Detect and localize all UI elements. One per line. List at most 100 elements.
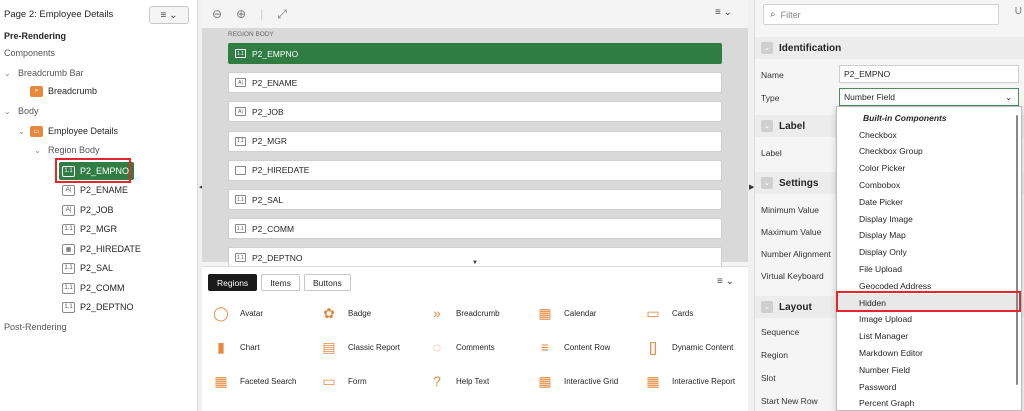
component-classic-report-icon: ▤ <box>316 336 342 358</box>
tree-breadcrumb-bar[interactable]: ⌄ Breadcrumb Bar <box>4 64 84 82</box>
filter-placeholder: Filter <box>781 10 801 20</box>
dropdown-option-checkbox[interactable]: Checkbox <box>837 126 1017 143</box>
highlight-frame <box>55 158 131 183</box>
tree-breadcrumb-bar-label: Breadcrumb Bar <box>18 68 84 78</box>
dropdown-option-markdown-editor[interactable]: Markdown Editor <box>837 344 1017 361</box>
expand-icon[interactable]: ⤢ <box>277 7 287 22</box>
component-content-row[interactable]: ≡Content Row <box>532 333 642 361</box>
tree-body[interactable]: ⌄ Body <box>4 102 39 120</box>
dropdown-scrollbar[interactable] <box>1016 115 1018 385</box>
dropdown-option-percent-graph[interactable]: Percent Graph <box>837 395 1017 411</box>
component-label: Form <box>348 377 367 386</box>
tree-pre-rendering[interactable]: Pre-Rendering <box>4 27 66 45</box>
canvas-toolbar: ⊖ ⊕ | ⤢ <box>202 0 748 28</box>
chevron-down-icon[interactable]: ⌄ <box>18 127 30 136</box>
chevron-icon: ⌄ <box>761 42 773 54</box>
tree-item-label: P2_SAL <box>80 263 113 273</box>
dropdown-option-display-image[interactable]: Display Image <box>837 210 1017 227</box>
dropdown-option-file-upload[interactable]: File Upload <box>837 260 1017 277</box>
component-avatar[interactable]: ◯Avatar <box>208 299 318 327</box>
tree-region-body[interactable]: ⌄ Region Body <box>34 141 100 159</box>
chevron-down-icon[interactable]: ⌄ <box>34 146 46 155</box>
dropdown-option-checkbox-group[interactable]: Checkbox Group <box>837 143 1017 160</box>
component-cards[interactable]: ▭Cards <box>640 299 750 327</box>
section-settings-label: Settings <box>779 178 818 189</box>
component-faceted-search-icon: ▦ <box>208 370 234 392</box>
tab-buttons[interactable]: Buttons <box>304 274 351 291</box>
dropdown-option-combobox[interactable]: Combobox <box>837 176 1017 193</box>
number-field-icon: 1.1 <box>62 283 75 294</box>
tab-items[interactable]: Items <box>261 274 300 291</box>
component-form-icon: ▭ <box>316 370 342 392</box>
dropdown-option-display-only[interactable]: Display Only <box>837 244 1017 261</box>
number-alignment-label: Number Alignment <box>761 249 831 259</box>
component-dynamic-content-icon: [] <box>640 336 666 358</box>
tree-item-label: P2_COMM <box>80 283 125 293</box>
component-form[interactable]: ▭ Form <box>316 367 426 395</box>
tree-components[interactable]: Components <box>4 44 55 62</box>
canvas-item-p2-ename[interactable]: A|P2_ENAME <box>228 72 722 93</box>
tree-menu-button[interactable]: ≡ ⌄ <box>149 6 189 24</box>
tree-item-p2-mgr[interactable]: 1.1 P2_MGR <box>62 220 117 238</box>
layout-editor: ⊖ ⊕ | ⤢ ≡ ⌄ REGION BODY 1.1P2_EMPNOA|P2_… <box>202 0 748 411</box>
tree-post-rendering[interactable]: Post-Rendering <box>4 318 67 336</box>
canvas-item-p2-empno[interactable]: 1.1P2_EMPNO <box>228 43 722 64</box>
zoom-in-icon[interactable]: ⊕ <box>236 7 246 21</box>
canvas-item-p2-job[interactable]: A|P2_JOB <box>228 101 722 122</box>
component-interactive-report[interactable]: ▦Interactive Report <box>640 367 750 395</box>
component-interactive-grid[interactable]: ▦ Interactive Grid <box>532 367 642 395</box>
number-field-icon: 1.1 <box>62 302 75 313</box>
zoom-out-icon[interactable]: ⊖ <box>212 7 222 21</box>
component-breadcrumb[interactable]: »Breadcrumb <box>424 299 534 327</box>
component-avatar-icon: ◯ <box>208 302 234 324</box>
component-badge[interactable]: ✿Badge <box>316 299 426 327</box>
canvas-item-label: P2_ENAME <box>252 78 297 88</box>
dropdown-option-display-map[interactable]: Display Map <box>837 227 1017 244</box>
component-dynamic-content[interactable]: []Dynamic Content <box>640 333 750 361</box>
type-select[interactable]: Number Field ⌄ <box>839 88 1019 106</box>
type-select-value: Number Field <box>844 92 895 102</box>
canvas-menu-icon[interactable]: ≡ ⌄ <box>715 7 732 18</box>
component-calendar[interactable]: ▦Calendar <box>532 299 642 327</box>
component-label: Interactive Grid <box>564 377 618 386</box>
tree-item-p2-deptno[interactable]: 1.1 P2_DEPTNO <box>62 298 134 316</box>
name-input[interactable]: P2_EMPNO <box>839 65 1019 83</box>
canvas-item-label: P2_JOB <box>252 107 284 117</box>
dropdown-option-number-field[interactable]: Number Field <box>837 361 1017 378</box>
chevron-down-icon[interactable]: ⌄ <box>4 107 16 116</box>
gallery-menu-icon[interactable]: ≡ ⌄ <box>717 276 734 287</box>
tree-item-p2-comm[interactable]: 1.1 P2_COMM <box>62 279 125 297</box>
chevron-down-icon[interactable]: ⌄ <box>4 69 16 78</box>
component-label: Interactive Report <box>672 377 735 386</box>
tree-item-p2-job[interactable]: A| P2_JOB <box>62 201 114 219</box>
component-help-text[interactable]: ?Help Text <box>424 367 534 395</box>
component-chart[interactable]: ▮Chart <box>208 333 318 361</box>
component-comments[interactable]: ◌Comments <box>424 333 534 361</box>
panel-scroll-icon: U <box>1015 6 1022 17</box>
filter-input[interactable]: ⌕ Filter <box>763 4 999 25</box>
dropdown-option-date-picker[interactable]: Date Picker <box>837 193 1017 210</box>
tab-regions[interactable]: Regions <box>208 274 257 291</box>
tree-breadcrumb[interactable]: » Breadcrumb <box>30 82 97 100</box>
tree-employee-details[interactable]: ⌄ ▭ Employee Details <box>18 122 118 140</box>
canvas-item-p2-hiredate[interactable]: P2_HIREDATE <box>228 160 722 181</box>
number-field-icon: 1.1 <box>235 195 246 204</box>
label-field-label: Label <box>761 148 782 158</box>
component-interactive-grid-icon: ▦ <box>532 370 558 392</box>
canvas-item-p2-sal[interactable]: 1.1P2_SAL <box>228 189 722 210</box>
component-faceted-search[interactable]: ▦Faceted Search <box>208 367 318 395</box>
dropdown-option-image-upload[interactable]: Image Upload <box>837 311 1017 328</box>
dropdown-option-color-picker[interactable]: Color Picker <box>837 160 1017 177</box>
component-classic-report[interactable]: ▤Classic Report <box>316 333 426 361</box>
tree-item-p2-hiredate[interactable]: ▦ P2_HIREDATE <box>62 240 141 258</box>
dropdown-option-password[interactable]: Password <box>837 378 1017 395</box>
tree-item-p2-sal[interactable]: 1.1 P2_SAL <box>62 259 113 277</box>
tree-item-p2-ename[interactable]: A| P2_ENAME <box>62 181 128 199</box>
dropdown-option-list-manager[interactable]: List Manager <box>837 328 1017 345</box>
component-help-text-icon: ? <box>424 370 450 392</box>
component-content-row-icon: ≡ <box>532 336 558 358</box>
sequence-label: Sequence <box>761 327 799 337</box>
section-identification[interactable]: ⌄ Identification <box>755 37 1024 59</box>
canvas-item-p2-comm[interactable]: 1.1P2_COMM <box>228 218 722 239</box>
canvas-item-p2-mgr[interactable]: 1.1P2_MGR <box>228 131 722 152</box>
